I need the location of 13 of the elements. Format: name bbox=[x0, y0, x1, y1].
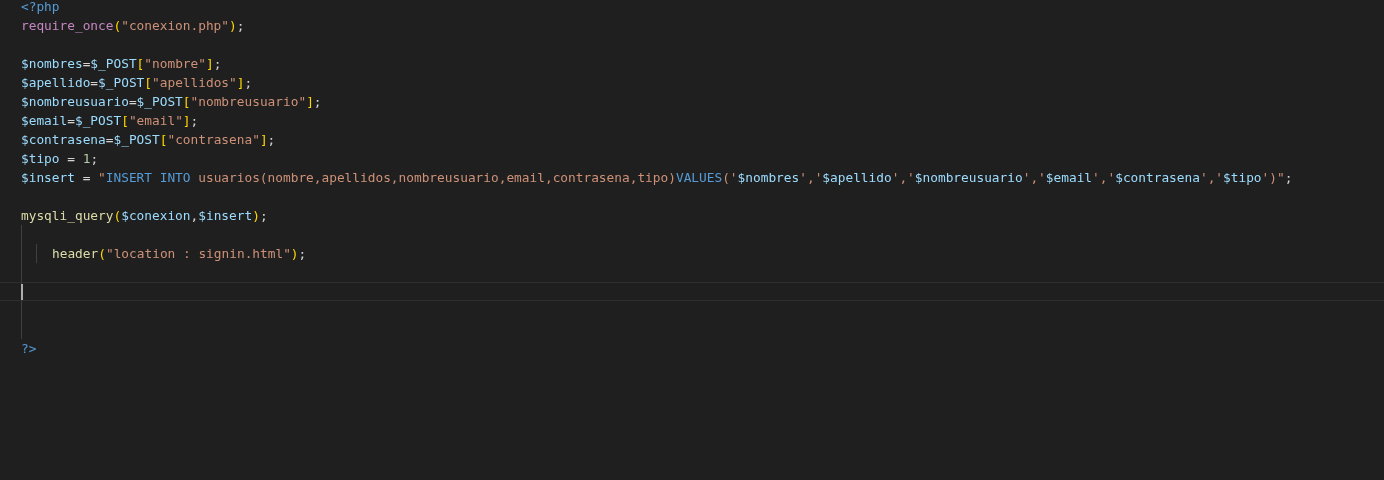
code-line: $apellido=$_POST["apellidos"]; bbox=[21, 75, 253, 90]
code-line: $email=$_POST["email"]; bbox=[21, 113, 199, 128]
code-line: $nombres=$_POST["nombre"]; bbox=[21, 56, 222, 71]
code-line: $nombreusuario=$_POST["nombreusuario"]; bbox=[21, 94, 322, 109]
code-line: <?php bbox=[21, 0, 60, 14]
code-line: require_once("conexion.php"); bbox=[21, 18, 245, 33]
code-line: mysqli_query($conexion,$insert); bbox=[21, 208, 268, 223]
code-line: $insert = "INSERT INTO usuarios(nombre,apellidos,nombreusuario,email,contrasena,tipo)VALUES('$nombres','$apellido','$nombreusuario','$email','$contrasena','$tipo')"; bbox=[21, 170, 1293, 185]
code-line: $contrasena=$_POST["contrasena"]; bbox=[21, 132, 276, 147]
code-editor[interactable] bbox=[0, 0, 1384, 480]
code-line: header("location : signin.html"); bbox=[52, 246, 307, 261]
code-line: ?> bbox=[21, 341, 37, 356]
code-line: $tipo = 1; bbox=[21, 151, 99, 166]
